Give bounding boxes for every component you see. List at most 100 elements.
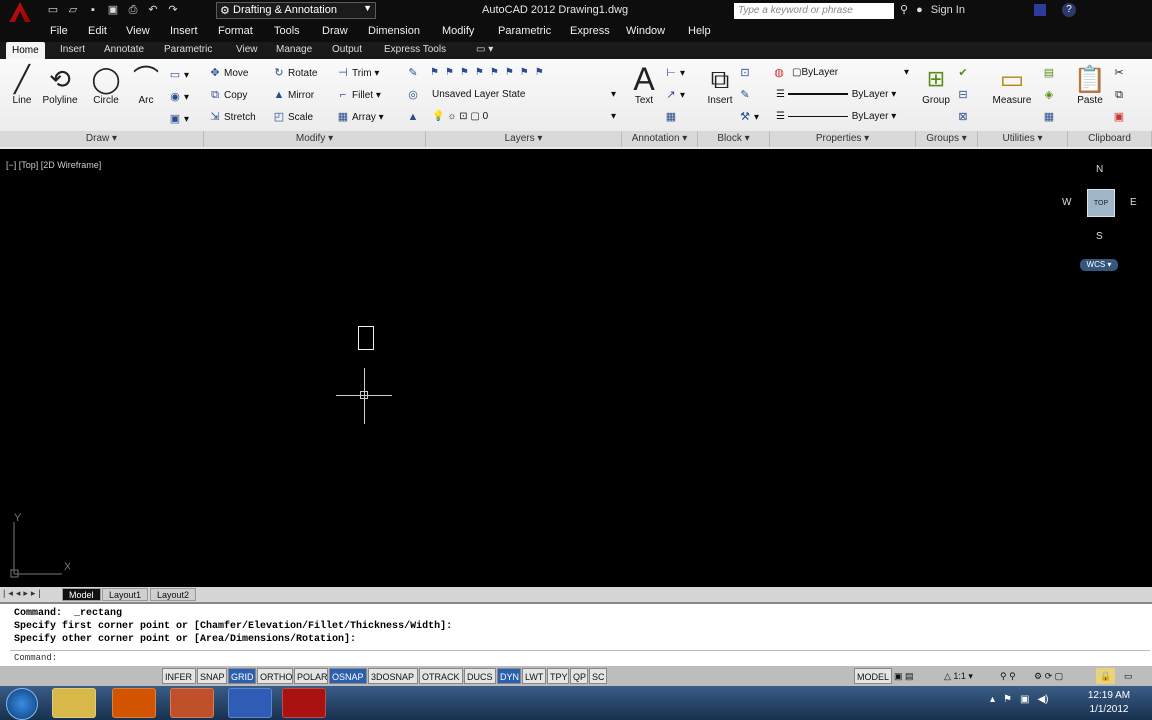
layer-state-icon[interactable]: ◎	[406, 87, 422, 103]
layer-match-icon[interactable]: ▲	[406, 109, 422, 125]
move-button[interactable]: ✥ Move	[208, 65, 248, 81]
layer-properties-icon[interactable]: ✎	[406, 65, 422, 81]
status-toggle-lwt[interactable]: LWT	[522, 668, 546, 684]
tab-layout2[interactable]: Layout2	[150, 588, 197, 601]
status-toggle-osnap[interactable]: OSNAP	[329, 668, 367, 684]
polyline-button[interactable]: ⟲ Polyline	[40, 63, 80, 115]
copy-link-icon[interactable]: ▣	[1112, 109, 1128, 125]
status-toggle-ortho[interactable]: ORTHO	[257, 668, 293, 684]
menu-tools[interactable]: Tools	[274, 25, 300, 37]
menu-edit[interactable]: Edit	[88, 25, 107, 37]
help-icon[interactable]: ?	[1062, 3, 1076, 17]
menu-format[interactable]: Format	[218, 25, 253, 37]
menu-insert[interactable]: Insert	[170, 25, 198, 37]
layer-select[interactable]: 💡 ☼ ⊡ ▢ 0 ▾	[432, 109, 616, 125]
group-edit-icon[interactable]: ⊟	[956, 87, 972, 103]
status-toggle-ducs[interactable]: DUCS	[464, 668, 496, 684]
show-hidden-icon[interactable]: ▴	[990, 694, 995, 705]
dimension-icon[interactable]: ⊢ ▾	[664, 65, 685, 81]
quick-select-icon[interactable]: ▤	[1042, 65, 1058, 81]
layers-panel-footer[interactable]: Layers ▾	[426, 131, 622, 147]
tab-home[interactable]: Home	[6, 42, 45, 59]
explorer-taskbar-icon[interactable]	[52, 688, 96, 718]
menu-window[interactable]: Window	[626, 25, 665, 37]
array-button[interactable]: ▦ Array ▾	[336, 109, 384, 125]
save-icon[interactable]: ▪	[86, 3, 100, 17]
block-panel-footer[interactable]: Block ▾	[698, 131, 770, 147]
network-icon[interactable]: ▣	[1020, 694, 1029, 705]
viewport-controls[interactable]: [−] [Top] [2D Wireframe]	[6, 160, 101, 170]
redo-icon[interactable]: ↷	[166, 3, 180, 17]
workspace-switching-icon[interactable]: ⚙ ⟳ ▢	[1034, 668, 1063, 684]
binoculars-icon[interactable]: ⚲	[900, 3, 908, 16]
drawing-canvas[interactable]	[0, 149, 1152, 587]
groups-panel-footer[interactable]: Groups ▾	[916, 131, 978, 147]
linetype-select[interactable]: ☰ ByLayer ▾	[776, 89, 912, 100]
rotate-button[interactable]: ↻ Rotate	[272, 65, 317, 81]
viewcube-south[interactable]: S	[1096, 231, 1103, 242]
copy-clip-icon[interactable]: ⧉	[1112, 87, 1128, 103]
tab-insert[interactable]: Insert	[60, 44, 85, 55]
command-input[interactable]: Command:	[10, 650, 1150, 664]
exchange-icon[interactable]	[1034, 4, 1046, 16]
tab-manage[interactable]: Manage	[276, 44, 312, 55]
status-toggle-dyn[interactable]: DYN	[497, 668, 521, 684]
text-button[interactable]: A Text	[624, 63, 664, 115]
tab-model[interactable]: Model	[62, 588, 101, 601]
status-toggle-infer[interactable]: INFER	[162, 668, 196, 684]
copy-button[interactable]: ⧉ Copy	[208, 87, 247, 103]
undo-icon[interactable]: ↶	[146, 3, 160, 17]
layout-nav-arrows[interactable]: |◂◂▸▸|	[3, 588, 44, 599]
open-icon[interactable]: ▱	[66, 3, 80, 17]
scale-button[interactable]: ◰ Scale	[272, 109, 313, 125]
line-button[interactable]: ╱ Line	[2, 63, 42, 115]
leader-icon[interactable]: ↗ ▾	[664, 87, 685, 103]
menu-parametric[interactable]: Parametric	[498, 25, 551, 37]
modify-panel-footer[interactable]: Modify ▾	[204, 131, 426, 147]
cut-icon[interactable]: ✂	[1112, 65, 1128, 81]
menu-draw[interactable]: Draw	[322, 25, 348, 37]
clean-screen-icon[interactable]: ▭	[1124, 668, 1133, 684]
start-button[interactable]	[6, 688, 38, 720]
viewcube-west[interactable]: W	[1062, 197, 1071, 208]
search-input[interactable]: Type a keyword or phrase	[734, 3, 894, 19]
ungroup-icon[interactable]: ✔	[956, 65, 972, 81]
group-select-icon[interactable]: ⊠	[956, 109, 972, 125]
status-toggle-otrack[interactable]: OTRACK	[419, 668, 463, 684]
menu-file[interactable]: File	[50, 25, 68, 37]
save-as-icon[interactable]: ▣	[106, 3, 120, 17]
status-toggle-snap[interactable]: SNAP	[197, 668, 227, 684]
draw-panel-footer[interactable]: Draw ▾	[0, 131, 204, 147]
mirror-button[interactable]: ▲ Mirror	[272, 87, 315, 103]
create-block-icon[interactable]: ⊡	[738, 65, 754, 81]
annotation-panel-footer[interactable]: Annotation ▾	[622, 131, 698, 147]
rectangle-icon[interactable]: ▭ ▾	[168, 67, 189, 83]
table-icon[interactable]: ▦	[664, 109, 680, 125]
stretch-button[interactable]: ⇲ Stretch	[208, 109, 255, 125]
id-point-icon[interactable]: ▦	[1042, 109, 1058, 125]
viewcube-north[interactable]: N	[1096, 164, 1103, 175]
arc-button[interactable]: ⌒ Arc	[126, 63, 166, 115]
tab-annotate[interactable]: Annotate	[104, 44, 144, 55]
paste-button[interactable]: 📋 Paste	[1070, 63, 1110, 115]
lineweight-select[interactable]: ☰ ByLayer ▾	[776, 111, 912, 122]
annotation-visibility-icon[interactable]: ⚲ ⚲	[1000, 668, 1016, 684]
plot-icon[interactable]: ⎙	[126, 3, 140, 17]
quick-view-layouts-icon[interactable]: ▣ ▤	[894, 668, 914, 684]
trim-button[interactable]: ⊣ Trim ▾	[336, 65, 379, 81]
autocad-taskbar-icon[interactable]	[282, 688, 326, 718]
model-toggle[interactable]: MODEL	[854, 668, 893, 684]
media-player-taskbar-icon[interactable]	[112, 688, 156, 718]
volume-icon[interactable]: ◀)	[1037, 694, 1048, 705]
firefox-taskbar-icon[interactable]	[170, 688, 214, 718]
status-toggle-polar[interactable]: POLAR	[294, 668, 328, 684]
annotation-scale-select[interactable]: △ 1:1 ▾	[944, 668, 973, 684]
workspace-select[interactable]: ⚙ Drafting & Annotation ▼	[216, 2, 376, 19]
calculator-icon[interactable]: ◈	[1042, 87, 1058, 103]
properties-panel-footer[interactable]: Properties ▾	[770, 131, 916, 147]
menu-modify[interactable]: Modify	[442, 25, 474, 37]
new-icon[interactable]: ▭	[46, 3, 60, 17]
tab-view[interactable]: View	[236, 44, 258, 55]
menu-view[interactable]: View	[126, 25, 150, 37]
sign-in-link[interactable]: Sign In	[931, 4, 965, 16]
